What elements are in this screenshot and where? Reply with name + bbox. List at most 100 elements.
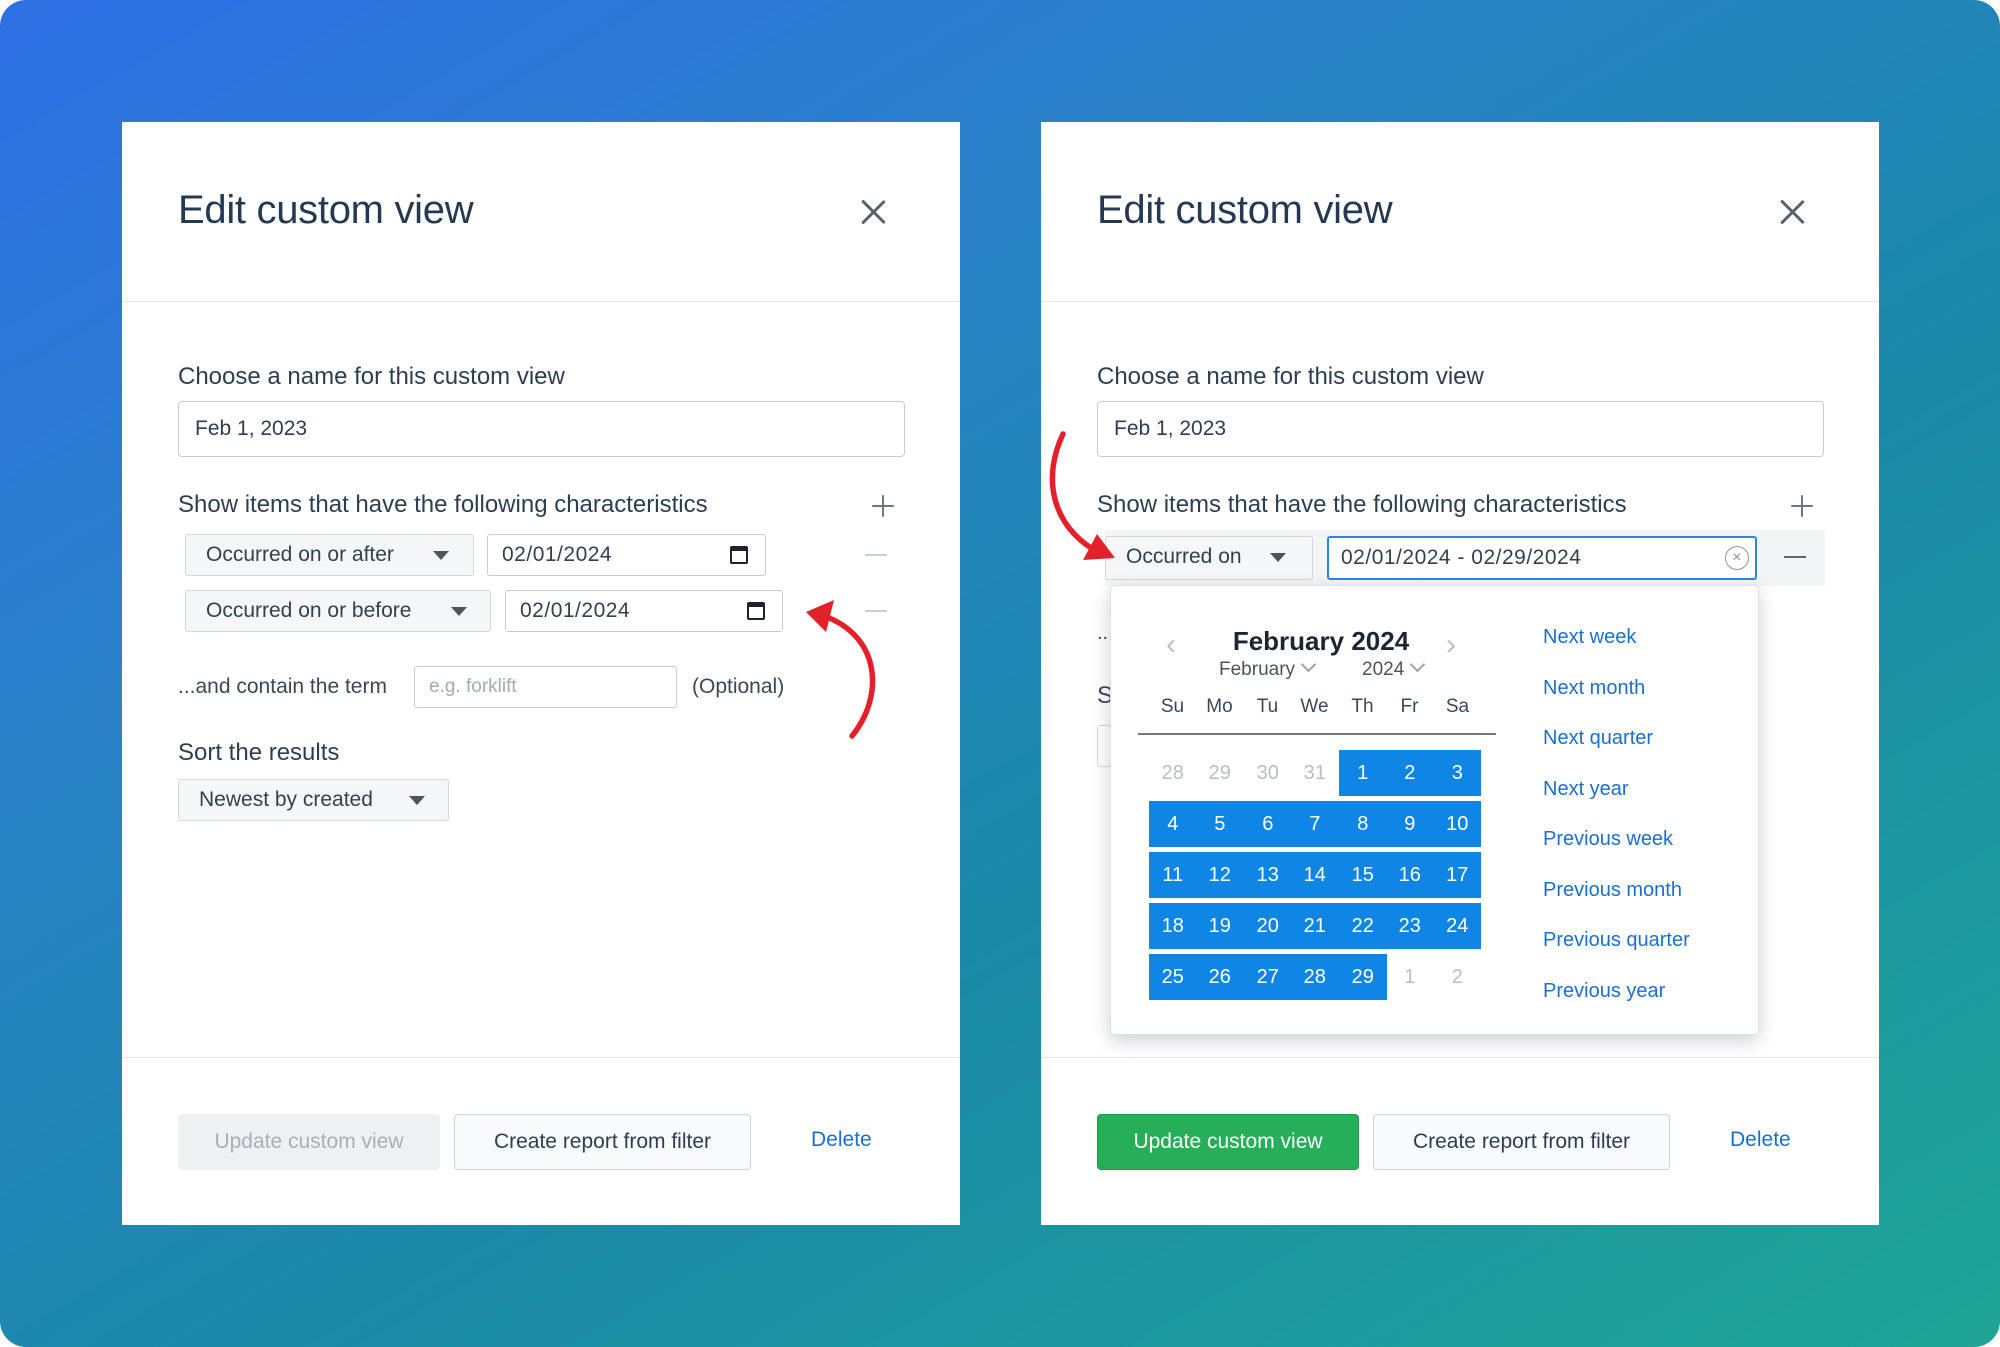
date-range-value: 02/01/2024 - 02/29/2024 — [1341, 546, 1582, 569]
preset-next-quarter[interactable]: Next quarter — [1543, 727, 1653, 750]
weekday-label: Th — [1351, 696, 1374, 717]
modal-footer: Update custom view Create report from fi… — [122, 1057, 960, 1225]
calendar-day-selected[interactable]: 27 — [1244, 954, 1292, 1000]
filter-date-input-2[interactable]: 02/01/2024 — [505, 590, 783, 632]
calendar-day-selected[interactable]: 10 — [1433, 801, 1481, 847]
preset-previous-quarter[interactable]: Previous quarter — [1543, 929, 1690, 952]
filter-operator-select[interactable]: Occurred on — [1105, 536, 1313, 580]
update-custom-view-button[interactable]: Update custom view — [178, 1114, 440, 1170]
annotation-arrow-right-icon — [1049, 431, 1115, 560]
create-report-button[interactable]: Create report from filter — [454, 1114, 751, 1170]
calendar-day-selected[interactable]: 23 — [1386, 903, 1434, 949]
date-range-input[interactable]: 02/01/2024 - 02/29/2024 × — [1327, 536, 1757, 580]
filter-date-value: 02/01/2024 — [502, 543, 613, 566]
calendar-day-selected[interactable]: 1 — [1339, 750, 1387, 796]
calendar-day[interactable]: 28 — [1149, 750, 1197, 796]
calendar-day-selected[interactable]: 22 — [1339, 903, 1387, 949]
filter-date-value: 02/01/2024 — [520, 599, 631, 622]
calendar-month-title: February 2024 — [1232, 626, 1410, 656]
chevron-down-icon — [409, 796, 425, 805]
calendar-day-selected[interactable]: 19 — [1196, 903, 1244, 949]
calendar-day-selected[interactable]: 6 — [1244, 801, 1292, 847]
calendar-day-selected[interactable]: 5 — [1196, 801, 1244, 847]
calendar-icon[interactable] — [747, 602, 765, 620]
year-select[interactable]: 2024 — [1362, 656, 1426, 681]
close-icon[interactable] — [1777, 198, 1807, 228]
create-report-button[interactable]: Create report from filter — [1373, 1114, 1670, 1170]
date-range-picker-popover: ‹ February 2024 › February 2024 Su Mo Tu… — [1110, 585, 1759, 1035]
calendar-day-selected[interactable]: 20 — [1244, 903, 1292, 949]
sort-select[interactable]: Newest by created — [178, 779, 449, 821]
weekday-label: Fr — [1400, 696, 1419, 717]
add-filter-plus-icon[interactable] — [872, 495, 894, 517]
filter-date-input-1[interactable]: 02/01/2024 — [487, 534, 766, 576]
remove-filter-minus-icon[interactable] — [865, 554, 887, 556]
add-filter-plus-icon[interactable] — [1791, 495, 1813, 517]
clear-icon[interactable]: × — [1725, 546, 1749, 570]
characteristics-label: Show items that have the following chara… — [1097, 491, 1627, 518]
chevron-down-icon — [451, 607, 467, 616]
chevron-left-icon[interactable]: ‹ — [1166, 628, 1176, 662]
chevron-down-icon — [1300, 656, 1317, 673]
calendar-day[interactable]: 31 — [1291, 750, 1339, 796]
filter-operator-value: Occurred on — [1126, 545, 1242, 568]
calendar-day[interactable]: 1 — [1386, 954, 1434, 1000]
calendar-day-selected[interactable]: 7 — [1291, 801, 1339, 847]
year-select-value: 2024 — [1362, 659, 1405, 680]
calendar-day[interactable]: 2 — [1434, 954, 1482, 1000]
name-input[interactable]: Feb 1, 2023 — [1097, 401, 1824, 457]
name-label: Choose a name for this custom view — [1097, 363, 1484, 390]
preset-previous-week[interactable]: Previous week — [1543, 828, 1673, 851]
delete-link[interactable]: Delete — [1730, 1128, 1791, 1152]
calendar-day-selected[interactable]: 29 — [1339, 954, 1387, 1000]
term-input[interactable]: e.g. forklift — [414, 666, 677, 708]
name-input[interactable]: Feb 1, 2023 — [178, 401, 905, 457]
calendar-day-selected[interactable]: 9 — [1386, 801, 1434, 847]
chevron-right-icon[interactable]: › — [1446, 628, 1456, 662]
modal-footer: Update custom view Create report from fi… — [1041, 1057, 1879, 1225]
preset-next-month[interactable]: Next month — [1543, 677, 1645, 700]
update-custom-view-button[interactable]: Update custom view — [1097, 1114, 1359, 1170]
delete-link[interactable]: Delete — [811, 1128, 872, 1152]
calendar-day-selected[interactable]: 17 — [1433, 852, 1481, 898]
calendar-day-selected[interactable]: 13 — [1244, 852, 1292, 898]
chevron-down-icon — [1410, 656, 1426, 673]
calendar-day-selected[interactable]: 26 — [1196, 954, 1244, 1000]
calendar-day-selected[interactable]: 12 — [1196, 852, 1244, 898]
chevron-down-icon — [433, 551, 449, 560]
preset-next-year[interactable]: Next year — [1543, 778, 1629, 801]
calendar-day-selected[interactable]: 18 — [1149, 903, 1197, 949]
calendar-day[interactable]: 30 — [1244, 750, 1292, 796]
calendar-day-selected[interactable]: 28 — [1291, 954, 1339, 1000]
calendar-icon[interactable] — [730, 546, 748, 564]
calendar-day-selected[interactable]: 4 — [1149, 801, 1197, 847]
close-icon[interactable] — [858, 198, 888, 228]
calendar-day-selected[interactable]: 8 — [1339, 801, 1387, 847]
calendar-day-selected[interactable]: 24 — [1433, 903, 1481, 949]
filter-operator-value: Occurred on or after — [206, 543, 394, 566]
term-label-partial: .. — [1097, 622, 1109, 644]
term-label: ...and contain the term — [178, 675, 387, 698]
calendar-day-selected[interactable]: 16 — [1386, 852, 1434, 898]
filter-operator-select-2[interactable]: Occurred on or before — [185, 590, 491, 632]
weekday-label: Su — [1160, 696, 1185, 717]
preset-next-week[interactable]: Next week — [1543, 626, 1636, 649]
name-label: Choose a name for this custom view — [178, 363, 565, 390]
remove-filter-minus-icon[interactable] — [1784, 556, 1806, 558]
month-select[interactable]: February — [1219, 656, 1317, 681]
calendar-day-selected[interactable]: 25 — [1149, 954, 1197, 1000]
edit-custom-view-modal-after: Edit custom view Choose a name for this … — [1041, 122, 1879, 1225]
preset-previous-year[interactable]: Previous year — [1543, 980, 1665, 1003]
weekday-label: Tu — [1256, 696, 1279, 717]
calendar-day-selected[interactable]: 21 — [1291, 903, 1339, 949]
filter-operator-select-1[interactable]: Occurred on or after — [185, 534, 474, 576]
calendar-day-selected[interactable]: 11 — [1149, 852, 1197, 898]
calendar-day-selected[interactable]: 3 — [1433, 750, 1481, 796]
calendar-day-selected[interactable]: 15 — [1339, 852, 1387, 898]
calendar-day-selected[interactable]: 14 — [1291, 852, 1339, 898]
calendar-day[interactable]: 29 — [1196, 750, 1244, 796]
chevron-down-icon — [1270, 553, 1286, 562]
modal-title: Edit custom view — [1097, 188, 1393, 232]
preset-previous-month[interactable]: Previous month — [1543, 879, 1682, 902]
calendar-day-selected[interactable]: 2 — [1386, 750, 1434, 796]
